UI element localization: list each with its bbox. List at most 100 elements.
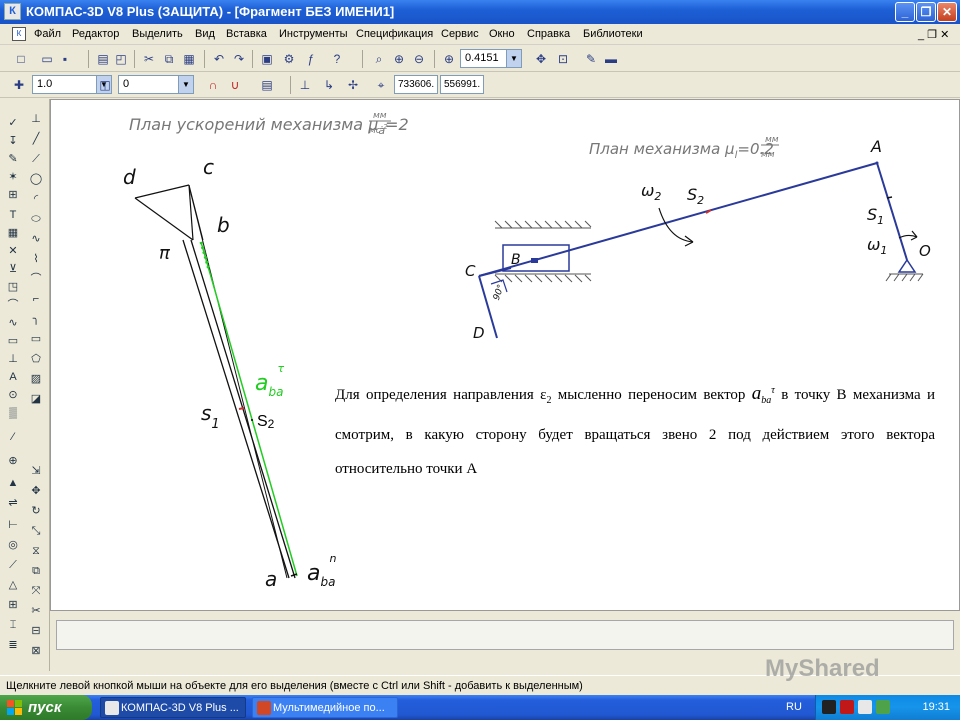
chevron-down-icon[interactable]: ▼ [178, 76, 193, 93]
edit-icon[interactable]: ✶ [4, 169, 22, 186]
menu-tools[interactable]: Инструменты [279, 28, 348, 40]
segment-icon[interactable]: ╱ [27, 131, 45, 148]
angle-icon[interactable]: ⌐ [27, 291, 45, 308]
parametrization-icon[interactable]: ⊞ [4, 187, 22, 204]
triangle-icon[interactable]: △ [4, 577, 22, 594]
layer-icon[interactable]: ◫ [96, 76, 114, 94]
coord-y-field[interactable]: 556991. [440, 75, 484, 94]
properties-field[interactable] [56, 620, 954, 650]
settings-icon[interactable]: ⚙ [280, 50, 298, 68]
refresh-icon[interactable]: ✎ [582, 50, 600, 68]
minimize-button[interactable]: _ [895, 2, 915, 22]
tray-window-icon[interactable] [858, 700, 872, 714]
zoom-out-icon[interactable]: ⊖ [410, 50, 428, 68]
dimensions-icon[interactable]: ↧ [4, 133, 22, 150]
taskbar-kompas[interactable]: КОМПАС-3D V8 Plus ... [100, 697, 246, 718]
local-cs-icon[interactable]: ⊥ [296, 76, 314, 94]
menu-file[interactable]: Файл [34, 28, 61, 40]
menu-insert[interactable]: Вставка [226, 28, 267, 40]
print-icon[interactable]: ▤ [94, 50, 112, 68]
edit-tool-icon[interactable]: ⇲ [27, 463, 45, 480]
zoom-in-icon[interactable]: ⊕ [390, 50, 408, 68]
grid-snap-icon[interactable]: ⊞ [4, 597, 22, 614]
help-pointer-icon[interactable]: ? [328, 50, 346, 68]
break-icon[interactable]: ⊟ [27, 623, 45, 640]
split-icon[interactable]: ⊠ [27, 643, 45, 660]
line-point-icon[interactable]: ⊥ [27, 111, 45, 128]
undo-icon[interactable]: ↶ [210, 50, 228, 68]
cut-icon[interactable]: ✂ [140, 50, 158, 68]
menu-select[interactable]: Выделить [132, 28, 183, 40]
text-icon[interactable]: T [4, 207, 22, 224]
distance-icon[interactable]: ⊢ [4, 517, 22, 534]
ellipse-icon[interactable]: ⬭ [27, 211, 45, 228]
copy-tool-icon[interactable]: ⧉ [27, 563, 45, 580]
symmetry-icon[interactable]: ⧖ [27, 543, 45, 560]
menu-service[interactable]: Сервис [441, 28, 479, 40]
cursor-icon[interactable]: ✢ [344, 76, 362, 94]
arc-icon[interactable]: ⌒ [4, 297, 22, 314]
maximize-button[interactable]: ❐ [916, 2, 936, 22]
document-window-controls[interactable]: _ ❐ ✕ [918, 28, 949, 41]
preview-icon[interactable]: ◰ [112, 50, 130, 68]
tray-app-icon[interactable] [822, 700, 836, 714]
polygon-icon[interactable]: ⬠ [27, 351, 45, 368]
hatch-tool-icon[interactable]: ▨ [27, 371, 45, 388]
snap-off-icon[interactable]: ∪ [226, 76, 244, 94]
designations-icon[interactable]: ✎ [4, 151, 22, 168]
antivirus-icon[interactable] [840, 700, 854, 714]
spline-tool-icon[interactable]: ⌒ [27, 271, 45, 288]
open-icon[interactable]: ▭ [38, 50, 56, 68]
hatch-icon[interactable]: ✕ [4, 243, 22, 260]
menu-editor[interactable]: Редактор [72, 28, 119, 40]
shape-icon[interactable]: ▲ [4, 475, 22, 492]
taskbar-powerpoint[interactable]: Мультимедийное по... [252, 697, 398, 718]
axis-icon[interactable]: A [4, 369, 22, 386]
align-icon[interactable]: ⊥ [4, 351, 22, 368]
rect-icon[interactable]: ▭ [4, 333, 22, 350]
fill-icon[interactable]: ▒ [4, 405, 22, 422]
rectangle-tool-icon[interactable]: ▭ [27, 331, 45, 348]
point-icon[interactable]: ⊙ [4, 387, 22, 404]
select-icon[interactable]: ◳ [4, 279, 22, 296]
start-button[interactable]: пуск [0, 695, 92, 720]
menu-window[interactable]: Окно [489, 28, 515, 40]
zoom-window-icon[interactable]: ⌕ [370, 50, 388, 68]
fit-view-icon[interactable]: ⊡ [554, 50, 572, 68]
layer-combo[interactable]: 0 ▼ [118, 75, 194, 94]
chamfer-icon[interactable]: ⟋ [4, 557, 22, 574]
spline-icon[interactable]: ∿ [4, 315, 22, 332]
target-icon[interactable]: ⊕ [4, 453, 22, 470]
new-document-icon[interactable]: □ [12, 50, 30, 68]
menu-libraries[interactable]: Библиотеки [583, 28, 643, 40]
line-icon[interactable]: ⟋ [27, 151, 45, 168]
properties-icon[interactable]: ▬ [602, 50, 620, 68]
document-icon[interactable]: К [12, 27, 26, 41]
mirror-icon[interactable]: ⌶ [4, 617, 22, 634]
curve-icon[interactable]: ∿ [27, 231, 45, 248]
menu-help[interactable]: Справка [527, 28, 570, 40]
deform-icon[interactable]: ⤧ [27, 583, 45, 600]
scale-tool-icon[interactable]: ⤡ [27, 523, 45, 540]
measure-icon[interactable]: ⊻ [4, 261, 22, 278]
trim-icon[interactable]: ✂ [27, 603, 45, 620]
arc-tool-icon[interactable]: ◜ [27, 191, 45, 208]
zoom-scale-icon[interactable]: ⊕ [440, 50, 458, 68]
polyline-icon[interactable]: ⌇ [27, 251, 45, 268]
pan-icon[interactable]: ✥ [532, 50, 550, 68]
copy-icon[interactable]: ⧉ [160, 50, 178, 68]
circle-tool-icon[interactable]: ◯ [27, 171, 45, 188]
rotate-icon[interactable]: ↻ [27, 503, 45, 520]
ortho-icon[interactable]: ▤ [258, 76, 276, 94]
paste-icon[interactable]: ▦ [180, 50, 198, 68]
table-icon[interactable]: ▦ [4, 225, 22, 242]
kompas-app-icon[interactable]: К [4, 3, 21, 20]
scale-icon[interactable]: ⁄ [4, 429, 22, 446]
zoom-combo[interactable]: 0.4151 ▼ [460, 49, 522, 68]
layers-icon[interactable]: ≣ [4, 637, 22, 654]
language-indicator[interactable]: RU [786, 701, 802, 713]
close-button[interactable]: ✕ [937, 2, 957, 22]
manager-icon[interactable]: ▣ [258, 50, 276, 68]
grid-icon[interactable]: ✚ [10, 76, 28, 94]
save-icon[interactable]: ▪ [56, 50, 74, 68]
